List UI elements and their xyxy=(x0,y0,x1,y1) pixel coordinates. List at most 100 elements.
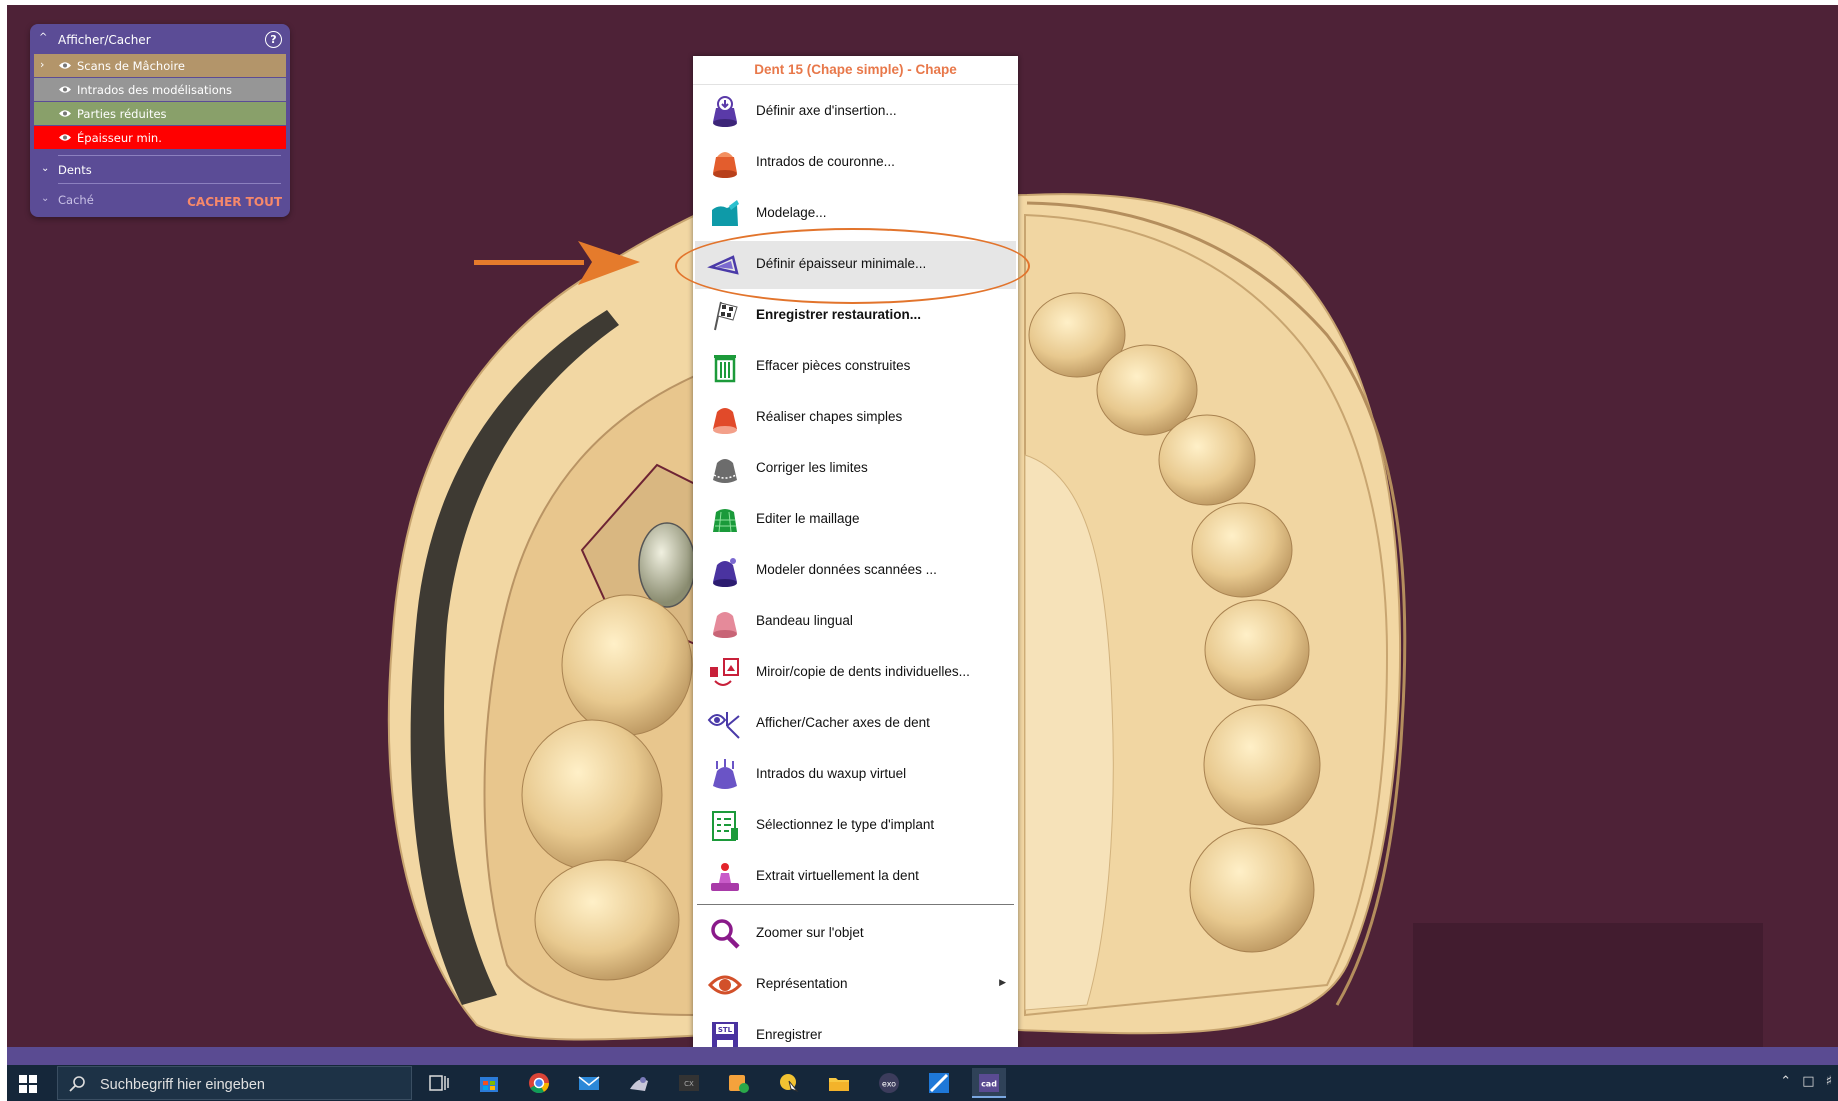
menu-item-insertion-axis[interactable]: Définir axe d'insertion... xyxy=(695,88,1016,136)
menu-item-representation[interactable]: Représentation ▶ xyxy=(695,961,1016,1009)
dental-app-icon xyxy=(630,1077,648,1091)
eye-icon[interactable] xyxy=(59,85,71,94)
taskbar-search-input[interactable] xyxy=(98,1073,402,1097)
task-view-button[interactable] xyxy=(422,1068,456,1098)
taskbar-app-pointer[interactable] xyxy=(772,1068,806,1098)
menu-item-mirror-copy[interactable]: Miroir/copie de dents individuelles... xyxy=(695,649,1016,697)
menu-item-modeling[interactable]: Modelage... xyxy=(695,190,1016,238)
taskbar-app-dental[interactable] xyxy=(622,1068,656,1098)
dark-app-icon: CX xyxy=(679,1075,699,1091)
layer-label: Parties réduites xyxy=(77,107,167,121)
folder-icon xyxy=(829,1078,849,1091)
system-tray: ⌃ □ ♯ xyxy=(1773,1074,1832,1089)
menu-item-crown-intrados[interactable]: Intrados de couronne... xyxy=(695,139,1016,187)
menu-item-label: Représentation xyxy=(756,976,848,991)
menu-item-label: Corriger les limites xyxy=(756,460,868,475)
store-icon xyxy=(480,1077,498,1092)
chevron-down-icon[interactable]: ⌄ xyxy=(41,163,49,174)
annotation-arrow xyxy=(474,241,640,285)
taskbar-app-cad[interactable]: cad xyxy=(972,1068,1006,1098)
menu-item-label: Editer le maillage xyxy=(756,511,860,526)
eye-icon[interactable] xyxy=(59,133,71,142)
menu-divider xyxy=(697,904,1014,905)
chevron-right-icon[interactable]: › xyxy=(40,58,44,71)
menu-item-implant-type[interactable]: Sélectionnez le type d'implant xyxy=(695,802,1016,850)
windows-taskbar: CX exo cad ⌃ □ ♯ xyxy=(7,1065,1838,1101)
group-hidden-label: Caché xyxy=(58,193,94,207)
network-icon[interactable]: □ xyxy=(1802,1074,1814,1089)
orange-app-icon xyxy=(729,1075,749,1093)
menu-item-save-restoration[interactable]: Enregistrer restauration... xyxy=(695,292,1016,340)
menu-item-label: Enregistrer restauration... xyxy=(756,307,922,322)
menu-item-waxup-intrados[interactable]: Intrados du waxup virtuel xyxy=(695,751,1016,799)
eye-icon[interactable] xyxy=(59,109,71,118)
menu-item-label: Extrait virtuellement la dent xyxy=(756,868,919,883)
tooth-axes-icon xyxy=(707,712,740,739)
divider xyxy=(58,183,281,184)
taskbar-search-box[interactable] xyxy=(57,1066,412,1100)
menu-item-label: Miroir/copie de dents individuelles... xyxy=(756,664,970,679)
menu-item-lingual-band[interactable]: Bandeau lingual xyxy=(695,598,1016,646)
speaker-icon[interactable]: ♯ xyxy=(1826,1074,1832,1089)
exo-label: exo xyxy=(882,1080,896,1089)
taskbar-app-maps[interactable] xyxy=(922,1068,956,1098)
eye-icon[interactable] xyxy=(59,61,71,70)
chevron-down-icon[interactable]: ⌄ xyxy=(41,193,49,204)
chrome-icon xyxy=(529,1073,550,1094)
menu-item-delete-parts[interactable]: Effacer pièces construites xyxy=(695,343,1016,391)
waxup-intrados-icon xyxy=(713,759,737,789)
taskbar-app-dark[interactable]: CX xyxy=(672,1068,706,1098)
implant-list-icon xyxy=(712,811,738,841)
scan-data-icon xyxy=(713,558,737,587)
layer-row-jaw-scans[interactable]: › Scans de Mâchoire xyxy=(34,54,286,77)
menu-item-label: Intrados de couronne... xyxy=(756,154,895,169)
menu-item-label: Définir axe d'insertion... xyxy=(756,103,897,118)
layer-label: Épaisseur min. xyxy=(77,131,162,145)
mail-icon xyxy=(578,1076,600,1090)
stl-label: STL xyxy=(718,1026,733,1034)
cad-label: cad xyxy=(981,1080,997,1089)
taskbar-app-explorer[interactable] xyxy=(822,1068,856,1098)
lingual-band-icon xyxy=(713,612,737,638)
taskbar-app-store[interactable] xyxy=(472,1068,506,1098)
menu-item-label: Effacer pièces construites xyxy=(756,358,911,373)
visibility-panel-header[interactable]: ^ Afficher/Cacher ? xyxy=(30,24,290,54)
magnifier-icon xyxy=(711,919,740,949)
layer-row-reduced-parts[interactable]: Parties réduites xyxy=(34,102,286,125)
taskbar-app-mail[interactable] xyxy=(572,1068,606,1098)
hide-all-button[interactable]: CACHER TOUT xyxy=(187,195,282,209)
help-icon[interactable]: ? xyxy=(265,31,282,48)
extract-tooth-icon xyxy=(711,863,739,891)
layer-row-min-thickness[interactable]: Épaisseur min. xyxy=(34,126,286,149)
menu-item-zoom-object[interactable]: Zoomer sur l'objet xyxy=(695,910,1016,958)
menu-item-simple-copings[interactable]: Réaliser chapes simples xyxy=(695,394,1016,442)
insertion-axis-icon xyxy=(713,96,737,127)
menu-item-model-scan-data[interactable]: Modeler données scannées ... xyxy=(695,547,1016,595)
context-menu: Dent 15 (Chape simple) - Chape Définir a… xyxy=(693,56,1018,1060)
windows-start-icon[interactable] xyxy=(17,1073,39,1095)
min-thickness-icon xyxy=(707,255,739,275)
taskbar-app-chrome[interactable] xyxy=(522,1068,556,1098)
visibility-panel-title: Afficher/Cacher xyxy=(58,33,151,47)
menu-item-min-thickness[interactable]: Définir épaisseur minimale... xyxy=(695,241,1016,289)
menu-item-extract-tooth[interactable]: Extrait virtuellement la dent xyxy=(695,853,1016,901)
menu-item-correct-margins[interactable]: Corriger les limites xyxy=(695,445,1016,493)
divider xyxy=(58,155,281,156)
menu-item-label: Zoomer sur l'objet xyxy=(756,925,864,940)
layer-row-intrados[interactable]: Intrados des modélisations xyxy=(34,78,286,101)
layer-label: Scans de Mâchoire xyxy=(77,59,185,73)
pointer-app-icon xyxy=(780,1074,799,1093)
cad-app-icon: cad xyxy=(979,1074,999,1092)
chevron-up-icon[interactable]: ⌃ xyxy=(1780,1074,1791,1089)
group-dents[interactable]: ⌄ Dents xyxy=(30,158,290,180)
exo-app-icon: exo xyxy=(879,1073,899,1093)
menu-item-label: Sélectionnez le type d'implant xyxy=(756,817,935,832)
taskbar-app-orange[interactable] xyxy=(722,1068,756,1098)
menu-item-label: Réaliser chapes simples xyxy=(756,409,903,424)
menu-item-edit-mesh[interactable]: Editer le maillage xyxy=(695,496,1016,544)
chevron-up-icon[interactable]: ^ xyxy=(39,32,47,43)
task-view-icon xyxy=(429,1075,449,1091)
taskbar-app-exo[interactable]: exo xyxy=(872,1068,906,1098)
menu-item-tooth-axes[interactable]: Afficher/Cacher axes de dent xyxy=(695,700,1016,748)
menu-item-label: Bandeau lingual xyxy=(756,613,853,628)
